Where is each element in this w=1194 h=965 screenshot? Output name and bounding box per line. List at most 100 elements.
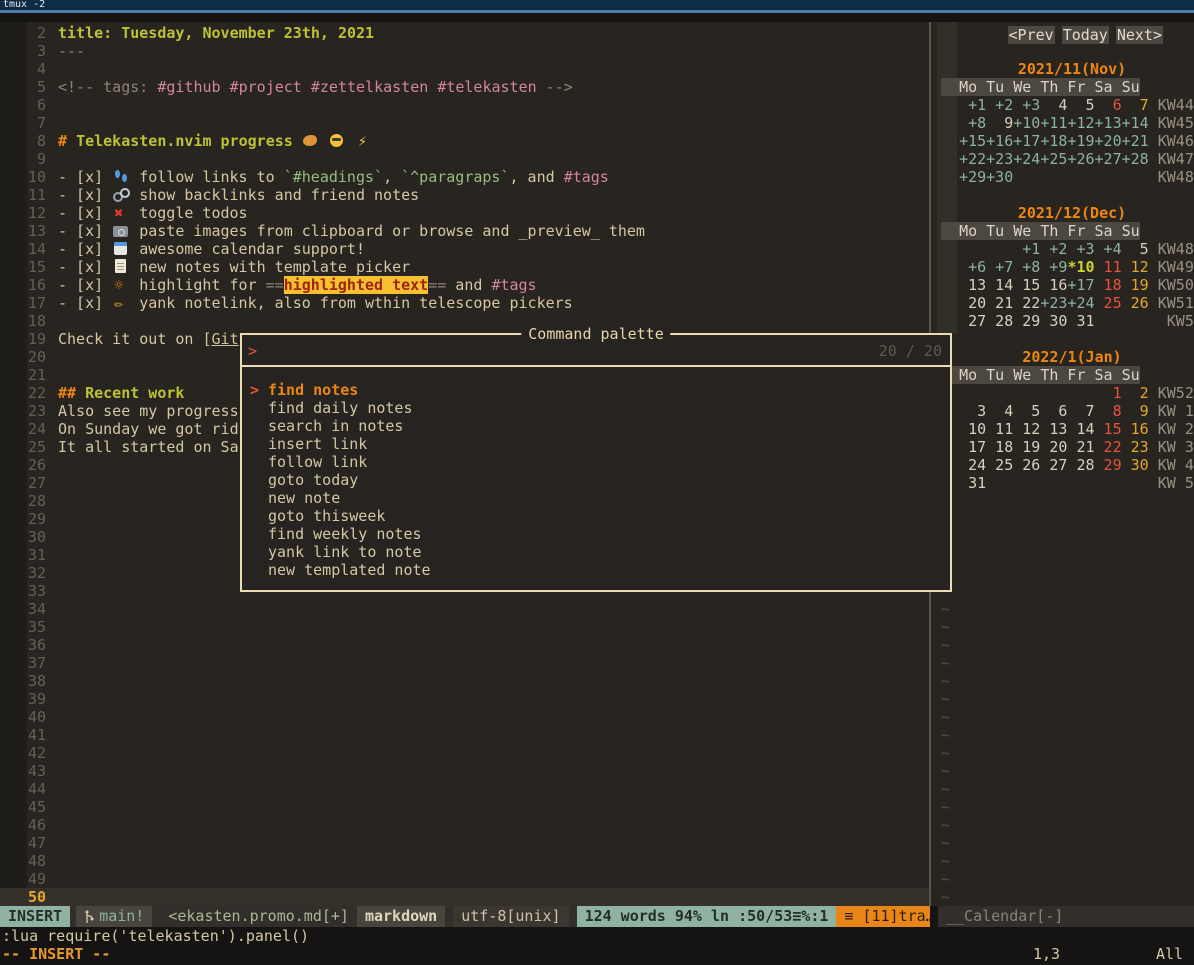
palette-item[interactable]: new templated note [242, 561, 950, 579]
calendar-day[interactable]: 20 [1040, 438, 1067, 456]
calendar-day[interactable]: +10 [1013, 114, 1040, 132]
calendar-day[interactable]: 5 [1013, 402, 1040, 420]
calendar-day[interactable]: +30 [986, 168, 1013, 186]
calendar-day[interactable]: +8 [959, 114, 986, 132]
calendar-day[interactable]: 14 [1067, 420, 1094, 438]
calendar-day[interactable]: +17 [1067, 276, 1094, 294]
calendar-day[interactable]: 28 [1067, 456, 1094, 474]
calendar-day[interactable]: 24 [959, 456, 986, 474]
calendar-day[interactable]: 29 [1095, 456, 1122, 474]
calendar-day[interactable]: 15 [1013, 276, 1040, 294]
prev-button[interactable]: <Prev [1008, 26, 1055, 44]
palette-item[interactable]: goto thisweek [242, 507, 950, 525]
calendar-day[interactable]: +27 [1095, 150, 1122, 168]
calendar-day[interactable]: 30 [1040, 312, 1067, 330]
calendar-day[interactable]: +26 [1067, 150, 1094, 168]
calendar-day[interactable]: 21 [1067, 438, 1094, 456]
calendar-day[interactable]: 6 [1040, 402, 1067, 420]
calendar-day[interactable]: +8 [1013, 258, 1040, 276]
calendar-day[interactable]: +21 [1122, 132, 1149, 150]
calendar-day[interactable]: 7 [1122, 96, 1149, 114]
next-button[interactable]: Next> [1116, 26, 1163, 44]
calendar-day[interactable]: 5 [1122, 240, 1149, 258]
calendar-day[interactable]: 31 [1067, 312, 1094, 330]
calendar-day[interactable]: 22 [1013, 294, 1040, 312]
command-line[interactable]: :lua require('telekasten').panel() [0, 927, 1194, 945]
calendar-day[interactable]: 26 [1122, 294, 1149, 312]
palette-item[interactable]: search in notes [242, 417, 950, 435]
calendar-day[interactable]: +9 [1040, 258, 1067, 276]
palette-item[interactable]: find daily notes [242, 399, 950, 417]
calendar-day[interactable]: 2 [1122, 384, 1149, 402]
calendar-day[interactable]: +23 [986, 150, 1013, 168]
calendar-day[interactable]: +1 [1013, 240, 1040, 258]
calendar-day[interactable]: 14 [986, 276, 1013, 294]
calendar-day[interactable]: +25 [1040, 150, 1067, 168]
calendar-day[interactable]: 31 [959, 474, 986, 492]
calendar-day[interactable]: 27 [1040, 456, 1067, 474]
calendar-day[interactable]: 9 [986, 114, 1013, 132]
today-button[interactable]: Today [1062, 26, 1109, 44]
calendar-day[interactable]: 25 [986, 456, 1013, 474]
calendar-day[interactable]: 26 [1013, 456, 1040, 474]
calendar-day[interactable]: 25 [1095, 294, 1122, 312]
calendar-day[interactable]: 16 [1040, 276, 1067, 294]
calendar-day[interactable]: +24 [1067, 294, 1094, 312]
palette-item[interactable]: >find notes [242, 381, 950, 399]
calendar-day[interactable]: 11 [1095, 258, 1122, 276]
palette-item[interactable]: follow link [242, 453, 950, 471]
calendar-day[interactable]: 17 [959, 438, 986, 456]
calendar-day[interactable]: 4 [986, 402, 1013, 420]
calendar-day[interactable]: 6 [1095, 96, 1122, 114]
calendar-day[interactable]: 9 [1122, 402, 1149, 420]
calendar-day[interactable]: +2 [986, 96, 1013, 114]
calendar-day[interactable]: 28 [986, 312, 1013, 330]
calendar-day[interactable]: 20 [959, 294, 986, 312]
calendar-day[interactable]: 12 [1122, 258, 1149, 276]
calendar-day[interactable]: 23 [1122, 438, 1149, 456]
calendar-day[interactable]: 29 [1013, 312, 1040, 330]
calendar-day[interactable]: +3 [1013, 96, 1040, 114]
calendar-day[interactable]: 11 [986, 420, 1013, 438]
palette-item[interactable]: find weekly notes [242, 525, 950, 543]
calendar-day[interactable]: +24 [1013, 150, 1040, 168]
calendar-day[interactable]: 13 [959, 276, 986, 294]
calendar-day[interactable]: +18 [1040, 132, 1067, 150]
calendar-day[interactable]: 21 [986, 294, 1013, 312]
palette-item[interactable]: insert link [242, 435, 950, 453]
calendar-day[interactable]: +13 [1095, 114, 1122, 132]
calendar-day[interactable]: 1 [1095, 384, 1122, 402]
calendar-day[interactable]: 3 [959, 402, 986, 420]
calendar-day[interactable]: +20 [1095, 132, 1122, 150]
palette-item[interactable]: goto today [242, 471, 950, 489]
calendar-day[interactable]: +16 [986, 132, 1013, 150]
calendar-day[interactable]: +7 [986, 258, 1013, 276]
calendar-day[interactable]: 19 [1013, 438, 1040, 456]
calendar-day[interactable]: 16 [1122, 420, 1149, 438]
calendar-day[interactable]: 30 [1122, 456, 1149, 474]
calendar-day[interactable]: +22 [959, 150, 986, 168]
calendar-day[interactable]: +3 [1067, 240, 1094, 258]
palette-item[interactable]: new note [242, 489, 950, 507]
calendar-day[interactable]: 5 [1067, 96, 1094, 114]
calendar-day[interactable]: +4 [1095, 240, 1122, 258]
calendar-day[interactable]: 27 [959, 312, 986, 330]
calendar-day[interactable]: 22 [1095, 438, 1122, 456]
calendar-day[interactable]: +23 [1040, 294, 1067, 312]
calendar-day[interactable]: +28 [1122, 150, 1149, 168]
calendar-day[interactable]: +15 [959, 132, 986, 150]
calendar-day[interactable]: *10 [1067, 258, 1094, 276]
calendar-day[interactable]: +19 [1067, 132, 1094, 150]
calendar-day[interactable]: +14 [1122, 114, 1149, 132]
calendar-day[interactable]: 13 [1040, 420, 1067, 438]
filename-segment[interactable]: <ekasten.promo.md[+] [160, 906, 357, 927]
calendar-day[interactable]: 12 [1013, 420, 1040, 438]
palette-item[interactable]: yank link to note [242, 543, 950, 561]
calendar-day[interactable]: 19 [1122, 276, 1149, 294]
palette-prompt-row[interactable]: > 20 / 20 [242, 335, 950, 367]
calendar-day[interactable]: 8 [1095, 402, 1122, 420]
calendar-day[interactable]: +29 [959, 168, 986, 186]
calendar-day[interactable]: 18 [1095, 276, 1122, 294]
calendar-day[interactable]: 7 [1067, 402, 1094, 420]
tab-indicator-segment[interactable]: ≡ [11]tra… [836, 906, 930, 927]
